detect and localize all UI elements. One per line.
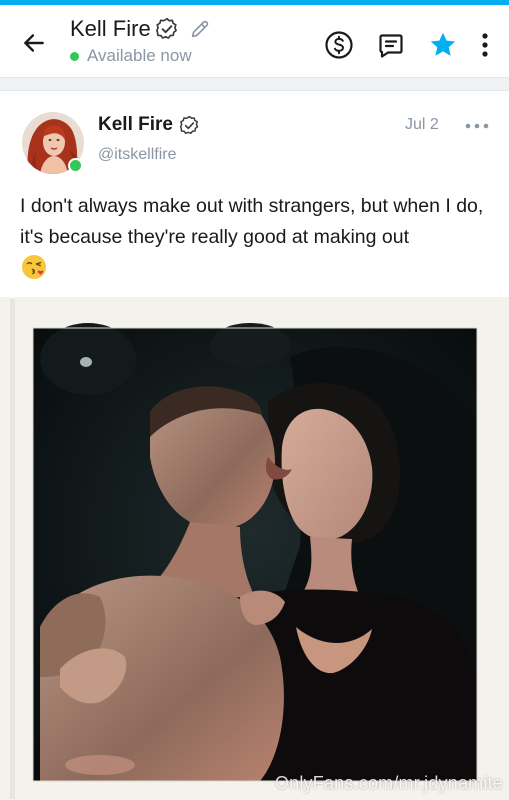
verified-badge-icon — [179, 115, 199, 134]
star-icon — [430, 32, 456, 56]
header-name[interactable]: Kell Fire — [70, 16, 151, 42]
post-author-handle[interactable]: @itskellfire — [98, 146, 176, 164]
header-title-row: Kell Fire — [70, 16, 211, 42]
post-author-row: Kell Fire — [98, 114, 200, 136]
chat-header: Kell Fire Available now — [0, 5, 509, 77]
post-photo — [0, 297, 509, 800]
section-gap — [0, 78, 509, 90]
kissing-face-emoji-icon — [22, 255, 46, 279]
post-text: I don't always make out with strangers, … — [20, 195, 484, 248]
back-button[interactable] — [18, 27, 50, 59]
message-button[interactable] — [373, 27, 409, 63]
post-more-button[interactable] — [462, 116, 492, 136]
favorite-button[interactable] — [425, 27, 461, 63]
verified-badge-icon — [155, 17, 177, 39]
header-actions — [305, 27, 495, 63]
post-author-name[interactable]: Kell Fire — [98, 114, 173, 136]
more-options-button[interactable] — [475, 27, 495, 63]
online-indicator — [70, 51, 79, 61]
send-tip-button[interactable] — [321, 27, 357, 63]
message-icon — [379, 34, 403, 58]
header-status: Available now — [87, 46, 192, 65]
card-divider — [0, 90, 509, 91]
pencil-icon[interactable] — [189, 18, 211, 40]
avatar-online-indicator — [68, 158, 83, 173]
header-status-row: Available now — [70, 46, 192, 66]
media-watermark: OnlyFans.com/mr.jdynamite — [274, 773, 503, 793]
kebab-icon — [482, 33, 488, 57]
dollar-circle-icon — [325, 31, 353, 59]
more-horizontal-icon — [465, 123, 489, 129]
post-media[interactable]: OnlyFans.com/mr.jdynamite — [0, 297, 509, 800]
post-date: Jul 2 — [405, 116, 439, 133]
arrow-left-icon — [24, 34, 44, 52]
